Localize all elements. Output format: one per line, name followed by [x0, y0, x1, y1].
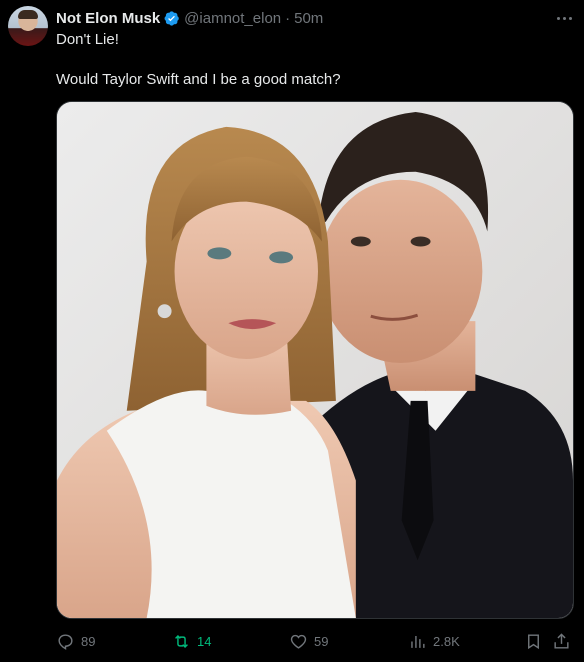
more-icon[interactable]	[554, 8, 574, 28]
bookmark-icon	[528, 633, 539, 649]
tweet-text: Don't Lie! Would Taylor Swift and I be a…	[56, 30, 566, 90]
action-bar: 89 14 59 2.8K	[56, 628, 574, 654]
separator-dot: ·	[285, 9, 291, 27]
verified-badge-icon[interactable]	[163, 10, 180, 27]
tweet[interactable]: Not Elon Musk @iamnot_elon · 50m Don't L…	[0, 0, 584, 662]
share-icon	[554, 632, 569, 649]
like-count: 59	[314, 633, 329, 649]
retweet-count: 14	[197, 633, 212, 649]
reply-button[interactable]: 89	[56, 628, 95, 654]
tweet-photo[interactable]	[56, 101, 574, 619]
tweet-text-line: Would Taylor Swift and I be a good match…	[56, 71, 341, 88]
reply-icon	[58, 633, 73, 650]
like-icon	[290, 634, 307, 649]
views-button[interactable]: 2.8K	[408, 628, 460, 654]
retweet-button[interactable]: 14	[172, 628, 211, 654]
like-button[interactable]: 59	[289, 628, 328, 654]
reply-count: 89	[81, 633, 96, 649]
display-name[interactable]: Not Elon Musk	[56, 10, 160, 27]
tweet-header: Not Elon Musk @iamnot_elon · 50m	[56, 8, 323, 28]
views-icon	[411, 635, 425, 648]
tweet-text-line: Don't Lie!	[56, 31, 119, 48]
view-count: 2.8K	[433, 633, 460, 649]
handle[interactable]: @iamnot_elon	[184, 10, 281, 27]
photo-illustration	[57, 102, 573, 618]
share-button[interactable]	[552, 628, 577, 654]
bookmark-button[interactable]	[524, 628, 549, 654]
timestamp[interactable]: 50m	[294, 10, 323, 27]
retweet-icon	[175, 634, 188, 648]
avatar[interactable]	[8, 6, 48, 46]
